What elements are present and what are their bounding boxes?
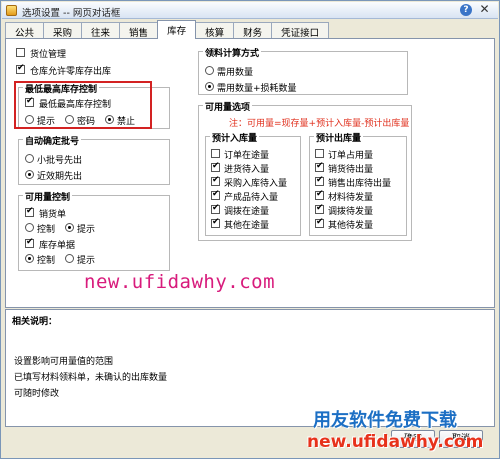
window-title: 选项设置 -- 网页对话框: [22, 8, 121, 19]
watermark-url: new.ufidawhy.com: [84, 271, 276, 293]
stock-doc-checkbox[interactable]: [25, 237, 34, 248]
out-material-pending-checkbox[interactable]: [315, 189, 324, 200]
material-calc-title: 领料计算方式: [203, 46, 262, 59]
stock-doc-label: 库存单据: [39, 241, 76, 251]
required-qty-radio[interactable]: [205, 66, 214, 75]
in-order-transit-checkbox[interactable]: [211, 149, 220, 158]
sales-order-checkbox[interactable]: [25, 206, 34, 217]
tab-finance[interactable]: 财务: [233, 22, 273, 39]
stockdoc-control-radio[interactable]: [25, 254, 34, 263]
tab-general[interactable]: 公共: [5, 22, 45, 39]
zero-stock-out-checkbox[interactable]: [16, 63, 25, 74]
tab-voucher-interface[interactable]: 凭证接口: [271, 22, 330, 39]
required-plus-loss-radio[interactable]: [205, 82, 214, 91]
stockdoc-prompt-label: 提示: [77, 256, 96, 266]
tab-costing[interactable]: 核算: [195, 22, 235, 39]
description-line: 设置影响可用量值的范围: [14, 357, 114, 367]
cargo-location-checkbox[interactable]: [16, 48, 25, 57]
near-expiry-first-radio[interactable]: [25, 170, 34, 179]
sales-control-radio[interactable]: [25, 223, 34, 232]
in-receipt-pending-checkbox[interactable]: [211, 175, 220, 186]
brand-url: new.ufidawhy.com: [307, 432, 484, 452]
title-bar: 选项设置 -- 网页对话框 ? ✕: [2, 2, 498, 19]
auto-batch-title: 自动确定批号: [23, 134, 82, 147]
in-product-pending-label: 产成品待入量: [224, 193, 279, 203]
out-sales-pending-label: 销货待出量: [328, 165, 374, 175]
small-batch-first-label: 小批号先出: [37, 156, 83, 166]
tab-strip: 公共 采购 往来 销售 库存 核算 财务 凭证接口: [5, 20, 330, 39]
tab-inventory[interactable]: 库存: [157, 20, 197, 39]
in-order-transit-label: 订单在途量: [224, 151, 270, 161]
stockdoc-prompt-radio[interactable]: [65, 254, 74, 263]
expected-out-group: 预计出库量 订单占用量 销货待出量 销售出库待出量 材料待发量 调拨待发量 其他…: [309, 131, 407, 236]
sales-control-label: 控制: [37, 225, 56, 235]
brand-slogan: 用友软件免费下载: [313, 410, 457, 431]
expected-out-title: 预计出库量: [314, 131, 364, 144]
tab-purchase[interactable]: 采购: [43, 22, 83, 39]
stockdoc-control-label: 控制: [37, 256, 56, 266]
out-other-pending-checkbox[interactable]: [315, 217, 324, 228]
in-product-pending-checkbox[interactable]: [211, 189, 220, 200]
auto-batch-group: 自动确定批号 小批号先出 近效期先出: [18, 134, 170, 185]
out-sales-issue-label: 销售出库待出量: [328, 179, 392, 189]
out-material-pending-label: 材料待发量: [328, 193, 374, 203]
required-plus-loss-label: 需用数量+损耗数量: [217, 84, 297, 94]
small-batch-first-radio[interactable]: [25, 154, 34, 163]
required-qty-label: 需用数量: [217, 68, 254, 78]
available-formula-note: 注：可用量=现存量+预计入库量-预计出库量: [229, 119, 410, 129]
out-order-occupied-label: 订单占用量: [328, 151, 374, 161]
description-line: 已填写材料领料单，未确认的出库数量: [14, 373, 168, 383]
inventory-options-panel: 货位管理 仓库允许零库存出库 最低最高库存控制 最低最高库存控制 提示 密码 禁…: [5, 38, 495, 308]
out-transfer-pending-checkbox[interactable]: [315, 203, 324, 214]
sales-order-label: 销货单: [39, 210, 67, 220]
highlight-box: [14, 81, 152, 129]
in-purchase-pending-checkbox[interactable]: [211, 161, 220, 172]
sales-prompt-radio[interactable]: [65, 223, 74, 232]
out-other-pending-label: 其他待发量: [328, 221, 374, 231]
tab-sales[interactable]: 销售: [119, 22, 159, 39]
out-transfer-pending-label: 调拨待发量: [328, 207, 374, 217]
in-purchase-pending-label: 进货待入量: [224, 165, 270, 175]
description-line: 可随时修改: [14, 389, 60, 399]
expected-in-group: 预计入库量 订单在途量 进货待入量 采购入库待入量 产成品待入量 调拨在途量 其…: [205, 131, 301, 236]
out-order-occupied-checkbox[interactable]: [315, 149, 324, 158]
available-options-group: 可用量选项 注：可用量=现存量+预计入库量-预计出库量 预计入库量 订单在途量 …: [198, 100, 412, 241]
in-transfer-transit-checkbox[interactable]: [211, 203, 220, 214]
in-other-transit-checkbox[interactable]: [211, 217, 220, 228]
in-transfer-transit-label: 调拨在途量: [224, 207, 270, 217]
help-icon[interactable]: ?: [460, 4, 472, 16]
app-icon: [6, 5, 17, 16]
available-control-group: 可用量控制 销货单 控制 提示 库存单据 控制 提示: [18, 190, 170, 271]
in-other-transit-label: 其他在途量: [224, 221, 270, 231]
tab-accounts[interactable]: 往来: [81, 22, 121, 39]
available-options-title: 可用量选项: [203, 100, 253, 113]
zero-stock-out-label: 仓库允许零库存出库: [30, 67, 112, 77]
sales-prompt-label: 提示: [77, 225, 96, 235]
description-title: 相关说明：: [12, 317, 58, 327]
out-sales-pending-checkbox[interactable]: [315, 161, 324, 172]
close-icon[interactable]: ✕: [477, 3, 492, 17]
expected-in-title: 预计入库量: [210, 131, 260, 144]
options-dialog: 选项设置 -- 网页对话框 ? ✕ 公共 采购 往来 销售 库存 核算 财务 凭…: [0, 0, 500, 459]
material-calc-group: 领料计算方式 需用数量 需用数量+损耗数量: [198, 46, 408, 95]
near-expiry-first-label: 近效期先出: [37, 172, 83, 182]
in-receipt-pending-label: 采购入库待入量: [224, 179, 288, 189]
available-control-title: 可用量控制: [23, 190, 73, 203]
out-sales-issue-checkbox[interactable]: [315, 175, 324, 186]
cargo-location-label: 货位管理: [30, 50, 67, 60]
